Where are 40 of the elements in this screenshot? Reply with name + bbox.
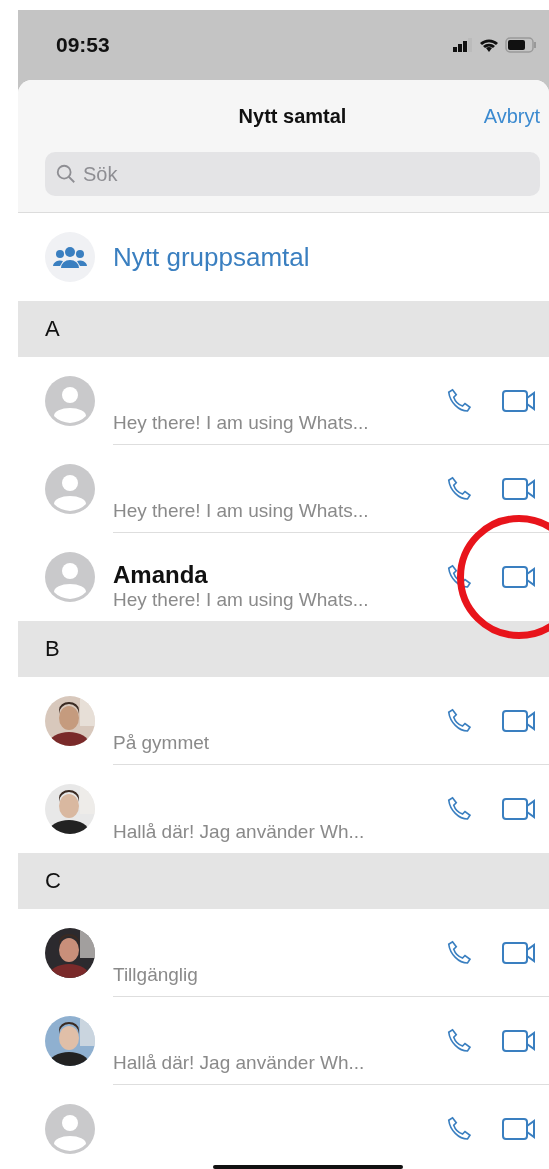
contact-status: Tillgänglig [113,964,199,986]
contact-status: Hey there! I am using Whats... [113,412,370,434]
section-letter: C [45,868,61,894]
wifi-icon [479,37,499,53]
contact-row[interactable]: Tillgänglig [18,909,549,997]
video-camera-icon [501,475,537,502]
avatar-placeholder [45,464,95,514]
video-camera-icon [501,796,537,822]
contact-status: Hey there! I am using Whats... [113,589,370,611]
search-icon [55,163,77,185]
video-camera-icon [501,707,537,734]
section-letter: B [45,636,60,662]
contact-row[interactable]: Amanda Hey there! I am using Whats... [18,533,549,621]
video-camera-icon [501,387,537,414]
video-camera-icon [501,564,537,590]
group-icon [53,246,87,268]
video-camera-icon [501,939,537,966]
contact-status: På gymmet [113,732,211,754]
contact-row[interactable]: På gymmet [18,677,549,765]
contact-name: Amanda [113,561,209,589]
contact-row[interactable]: Hey there! I am using Whats... [18,357,549,445]
contact-status: Hallå där! Jag använder Wh... [113,1052,366,1074]
status-time: 09:53 [56,33,110,57]
avatar-placeholder [45,1104,95,1154]
new-group-call-link[interactable]: Nytt gruppsamtal [113,241,310,273]
sheet-title: Nytt samtal [238,104,347,128]
contact-status: Hey there! I am using Whats... [113,500,370,522]
avatar-placeholder [45,376,95,426]
cancel-button[interactable]: Avbryt [483,104,540,128]
contact-row[interactable]: Hallå där! Jag använder Wh... [18,997,549,1085]
signal-icon [453,38,473,52]
search-field[interactable]: Sök [45,152,540,196]
avatar-placeholder [45,552,95,602]
section-letter: A [45,316,60,342]
contact-row[interactable]: Hey there! I am using Whats... [18,445,549,533]
contact-row[interactable]: Hallå där! Jag använder Wh... [18,765,549,853]
battery-icon [505,37,537,53]
video-camera-icon [501,1116,537,1142]
contact-status: Hallå där! Jag använder Wh... [113,821,366,843]
video-camera-icon [501,1027,537,1054]
